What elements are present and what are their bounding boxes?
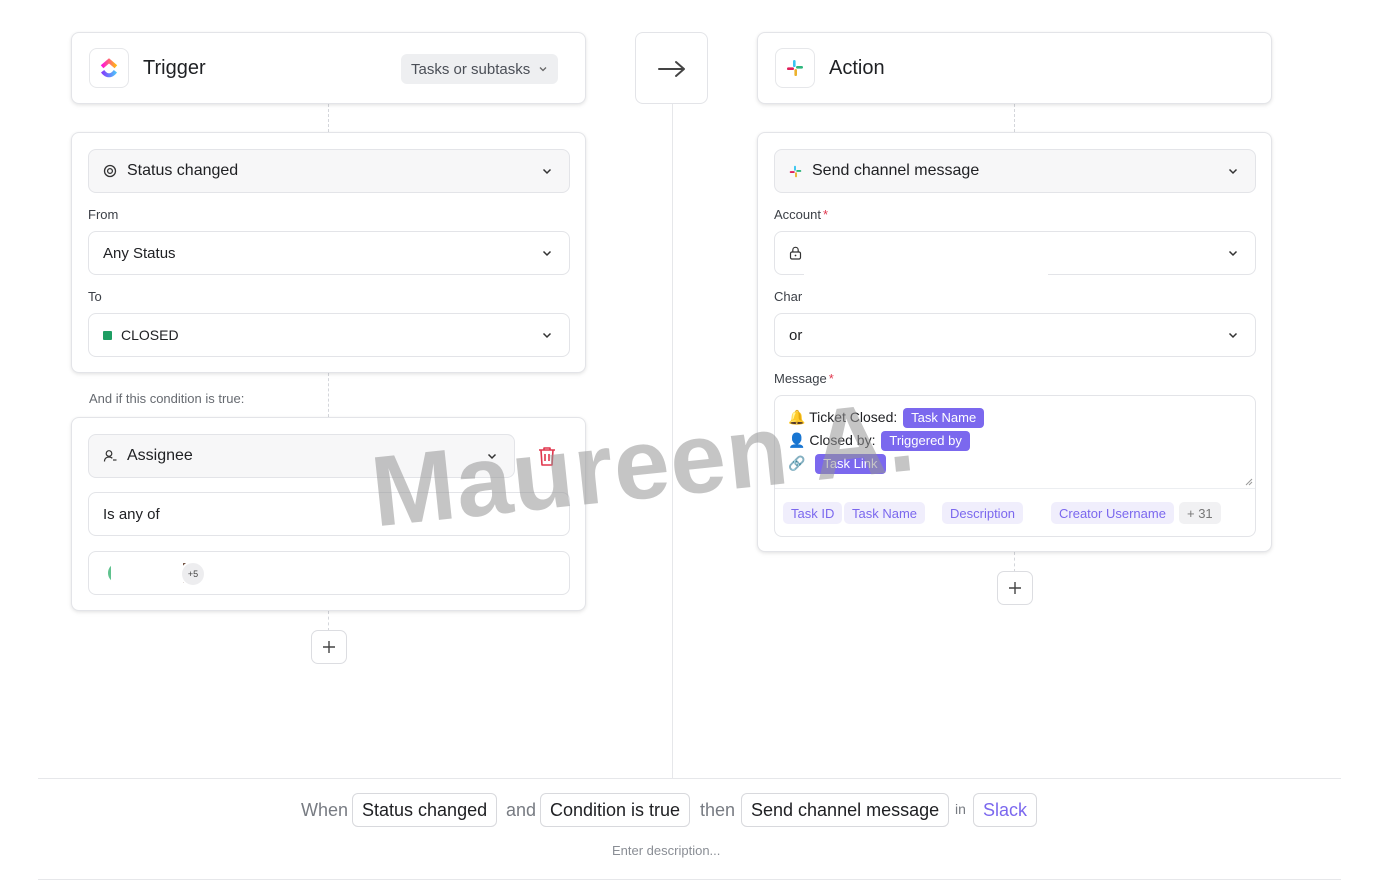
add-action-step-button[interactable] xyxy=(997,571,1033,605)
message-line-text: Ticket Closed: xyxy=(809,409,898,425)
trigger-event-select[interactable]: Status changed xyxy=(88,149,570,193)
chevron-down-icon xyxy=(542,168,552,175)
status-icon xyxy=(103,164,117,178)
resize-handle-icon[interactable] xyxy=(1245,478,1253,486)
more-assignees-badge: +5 xyxy=(180,561,206,587)
assignee-icon xyxy=(103,450,117,462)
more-variables-chip[interactable]: + 31 xyxy=(1179,502,1221,524)
action-connector xyxy=(1014,104,1015,132)
from-label: From xyxy=(88,207,119,222)
channel-select[interactable]: or xyxy=(774,313,1256,357)
trigger-scope-label: Tasks or subtasks xyxy=(411,60,531,78)
flow-arrow-box xyxy=(635,32,708,104)
action-type-label: Send channel message xyxy=(812,162,980,179)
description-input[interactable]: Enter description... xyxy=(612,843,720,858)
add-condition-step-button[interactable] xyxy=(311,630,347,664)
message-label-text: Message xyxy=(774,371,827,386)
from-status-value: Any Status xyxy=(103,244,176,262)
variable-chip[interactable]: Creator Username xyxy=(1051,502,1174,524)
summary-when: When xyxy=(301,800,349,820)
message-line: 🔗 Task Link xyxy=(788,454,886,474)
channel-label: Char xyxy=(774,289,803,304)
action-header-card: Action xyxy=(757,32,1272,104)
message-line-text: Closed by: xyxy=(809,432,876,448)
trigger-connector xyxy=(328,104,329,132)
condition-operator-select[interactable]: Is any of xyxy=(88,492,570,536)
channel-value: or xyxy=(789,326,803,344)
trigger-header-card: Trigger Tasks or subtasks xyxy=(71,32,586,104)
variable-chip[interactable]: Task ID xyxy=(783,502,843,524)
center-divider xyxy=(672,104,673,778)
chevron-down-icon xyxy=(1228,332,1238,339)
clickup-logo-icon xyxy=(89,48,129,88)
summary-bottom-divider xyxy=(38,879,1341,880)
chevron-down-icon xyxy=(1228,168,1238,175)
to-label: To xyxy=(88,289,102,304)
trigger-title: Trigger xyxy=(143,57,206,79)
chevron-down-icon xyxy=(542,332,552,339)
variable-tag[interactable]: Task Name xyxy=(903,408,985,428)
to-status-select[interactable]: CLOSED xyxy=(88,313,570,357)
summary-trigger-pill[interactable]: Status changed xyxy=(352,793,498,827)
variable-tag[interactable]: Triggered by xyxy=(881,431,970,451)
link-emoji: 🔗 xyxy=(788,455,806,471)
condition-plus-connector xyxy=(328,611,329,631)
slack-logo-icon xyxy=(789,165,802,177)
bell-emoji: 🔔 xyxy=(788,409,806,425)
summary-action-pill[interactable]: Send channel message xyxy=(741,793,950,827)
variable-tag[interactable]: Task Link xyxy=(815,454,886,474)
action-type-select[interactable]: Send channel message xyxy=(774,149,1256,193)
message-line: 🔔 Ticket Closed: Task Name xyxy=(788,408,985,428)
condition-card: Assignee Is any of +5 xyxy=(71,417,586,611)
assignee-picker[interactable]: +5 xyxy=(88,551,570,595)
chevron-down-icon xyxy=(1228,250,1238,257)
message-editor[interactable]: 🔔 Ticket Closed: Task Name 👤 Closed by: … xyxy=(774,395,1256,537)
summary-then: then xyxy=(700,800,736,820)
editor-divider xyxy=(775,488,1255,489)
summary-condition-pill[interactable]: Condition is true xyxy=(540,793,691,827)
redacted-area xyxy=(804,232,1048,274)
lock-icon xyxy=(789,246,802,260)
trigger-details-card: Status changed From Any Status To CLOSED xyxy=(71,132,586,373)
trigger-event-label: Status changed xyxy=(127,162,239,179)
account-label-text: Account xyxy=(774,207,821,222)
trigger-scope-select[interactable]: Tasks or subtasks xyxy=(401,54,559,84)
condition-caption: And if this condition is true: xyxy=(89,391,245,406)
status-color-swatch xyxy=(103,330,112,340)
redacted-area xyxy=(804,273,1048,313)
condition-operator-value: Is any of xyxy=(103,505,160,523)
message-line: 👤 Closed by: Triggered by xyxy=(788,431,970,451)
summary-top-divider xyxy=(38,778,1341,779)
from-status-select[interactable]: Any Status xyxy=(88,231,570,275)
to-status-value: CLOSED xyxy=(121,327,179,343)
condition-field-label: Assignee xyxy=(127,447,193,464)
chevron-down-icon xyxy=(539,67,547,72)
condition-field-select[interactable]: Assignee xyxy=(88,434,515,478)
plus-icon xyxy=(323,641,335,653)
arrow-right-icon xyxy=(658,61,685,77)
trash-icon[interactable] xyxy=(537,445,557,472)
account-label: Account * xyxy=(774,207,829,222)
action-title: Action xyxy=(829,57,885,79)
variable-chip[interactable]: Task Name xyxy=(844,502,926,524)
summary-app-pill[interactable]: Slack xyxy=(973,793,1038,827)
person-emoji: 👤 xyxy=(788,432,806,448)
summary-in: in xyxy=(955,801,966,817)
action-plus-connector xyxy=(1014,552,1015,572)
trigger-condition-connector xyxy=(328,373,329,417)
action-details-card: Send channel message Account * Char or Me… xyxy=(757,132,1272,552)
message-label: Message * xyxy=(774,371,834,386)
slack-logo-icon xyxy=(775,48,815,88)
chevron-down-icon xyxy=(542,250,552,257)
plus-icon xyxy=(1009,582,1021,594)
chevron-down-icon xyxy=(487,453,497,460)
summary-and: and xyxy=(506,800,537,820)
variable-chip[interactable]: Description xyxy=(942,502,1024,524)
